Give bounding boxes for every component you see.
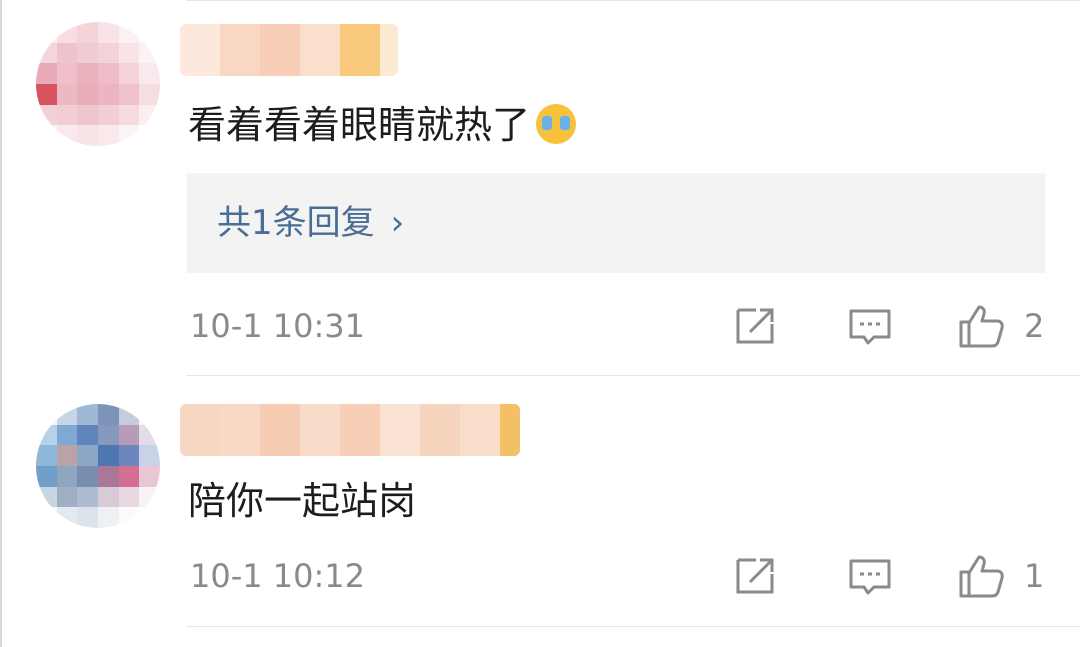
comment-text: 看着看着眼睛就热了 [188, 100, 577, 150]
username-blurred[interactable] [180, 404, 520, 456]
chevron-right-icon: › [390, 203, 405, 243]
share-icon [736, 308, 774, 344]
share-icon [736, 558, 774, 594]
comment-item: 陪你一起站岗 10-1 10:12 1 [0, 376, 1080, 626]
like-count: 1 [1024, 557, 1045, 595]
comment-actions: 2 [0, 296, 1080, 356]
comment-text: 陪你一起站岗 [188, 479, 417, 523]
like-icon [959, 555, 1004, 598]
comment-item: 看着看着眼睛就热了 共1条回复 › 10-1 10:31 2 [0, 0, 1080, 376]
comment-button[interactable] [846, 302, 894, 350]
like-button[interactable] [957, 302, 1005, 350]
comment-icon [849, 309, 891, 345]
reply-preview-box[interactable]: 共1条回复 › [187, 173, 1045, 273]
like-count: 2 [1024, 307, 1045, 345]
like-button[interactable] [957, 552, 1005, 600]
comment-actions: 1 [0, 546, 1080, 606]
avatar[interactable] [36, 22, 160, 146]
comment-button[interactable] [846, 552, 894, 600]
crying-face-icon [536, 104, 577, 144]
share-button[interactable] [732, 302, 780, 350]
comment-divider [186, 626, 1080, 627]
comment-icon [849, 559, 891, 595]
avatar[interactable] [36, 404, 160, 528]
view-replies-link[interactable]: 共1条回复 › [217, 199, 404, 247]
username-blurred[interactable] [180, 24, 398, 76]
share-button[interactable] [732, 552, 780, 600]
like-icon [959, 305, 1004, 348]
